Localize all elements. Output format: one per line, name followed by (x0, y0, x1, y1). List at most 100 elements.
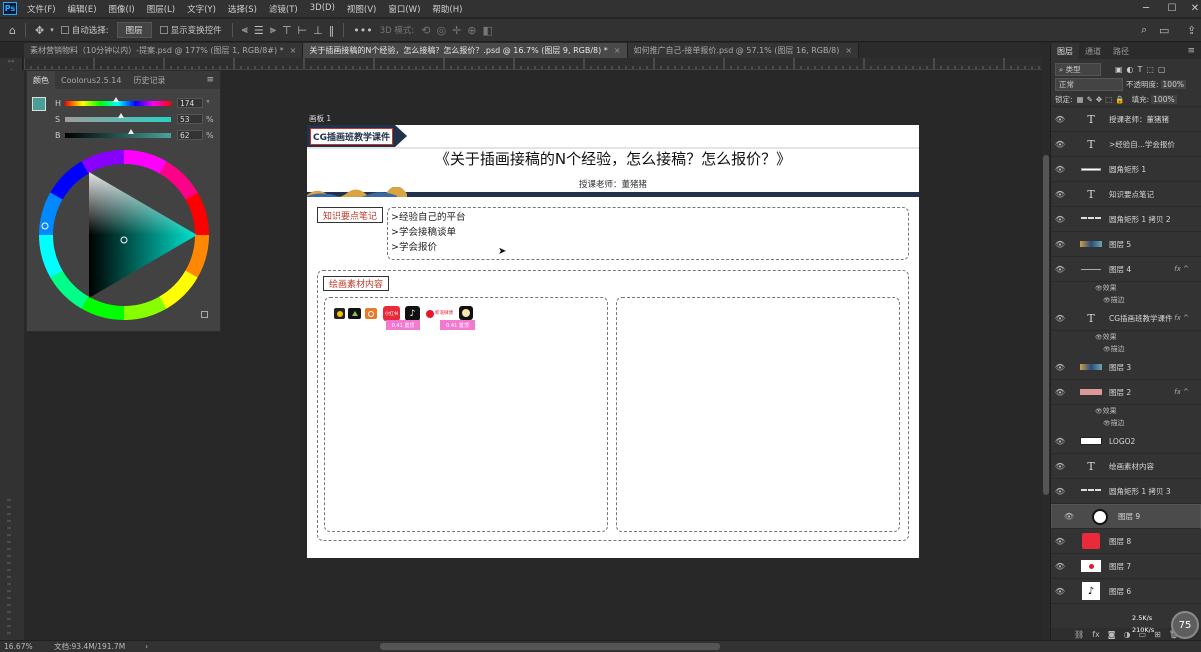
slider-thumb[interactable] (127, 128, 134, 134)
slider-thumb[interactable] (118, 112, 125, 118)
color-wheel[interactable] (37, 148, 212, 323)
align-center-icon[interactable]: ☰ (254, 24, 264, 37)
visibility-eye-icon[interactable]: 👁 (1051, 215, 1069, 224)
layer-effect-item[interactable]: 👁 效果 (1051, 405, 1201, 417)
more-options-icon[interactable]: ••• (353, 24, 372, 37)
layer-row[interactable]: 👁 T 绘画素材内容 (1051, 454, 1201, 479)
close-window-button[interactable]: ✕ (1182, 0, 1201, 17)
layer-row[interactable]: 👁 圆角矩形 1 拷贝 2 (1051, 207, 1201, 232)
panel-menu-icon[interactable]: ≡ (206, 75, 214, 85)
visibility-eye-icon[interactable]: 👁 (1051, 462, 1069, 471)
lock-icons[interactable]: ▦✎✥⬚🔒 (1077, 95, 1128, 104)
visibility-eye-icon[interactable]: 👁 (1051, 165, 1069, 174)
layer-row[interactable]: 👁 T 授课老师：董猪猪 (1051, 107, 1201, 132)
layer-row[interactable]: 👁 图层 2 fx ^ (1051, 380, 1201, 405)
visibility-eye-icon[interactable]: 👁 (1051, 140, 1069, 149)
layer-row[interactable]: 👁 T >经验自...学会报价 (1051, 132, 1201, 157)
layer-row[interactable]: 👁 ♪ 图层 6 (1051, 579, 1201, 604)
auto-select-checkbox[interactable]: 自动选择: (60, 24, 109, 36)
brightness-slider[interactable]: B 62% (27, 127, 220, 143)
fill-input[interactable]: 100% (1151, 94, 1177, 104)
layer-row[interactable]: 👁 图层 4 fx ^ (1051, 257, 1201, 282)
menu-item[interactable]: 文字(Y) (181, 3, 222, 15)
workspace-icon[interactable]: ▭ (1159, 24, 1169, 37)
hue-slider[interactable]: H 174 ° (27, 95, 220, 111)
distribute-icon[interactable]: ‖ (329, 24, 335, 37)
menu-item[interactable]: 编辑(E) (62, 3, 103, 15)
close-tab-icon[interactable]: × (845, 46, 852, 55)
adjustment-icon[interactable]: ◑ (1124, 630, 1131, 639)
menu-item[interactable]: 3D(D) (304, 3, 341, 15)
layer-fx-icon[interactable]: fx ^ (1174, 388, 1189, 396)
layers-panel-tab[interactable]: 路径 (1107, 46, 1135, 57)
visibility-eye-icon[interactable]: 👁 (1051, 363, 1069, 372)
blend-mode-dropdown[interactable]: 正常 (1055, 78, 1123, 91)
share-icon[interactable]: ⇪ (1187, 24, 1196, 37)
minimize-button[interactable]: ─ (1133, 0, 1159, 17)
layer-row[interactable]: 👁 图层 8 (1051, 529, 1201, 554)
chevron-down-icon[interactable]: ▾ (50, 26, 54, 34)
visibility-eye-icon[interactable]: 👁 (1051, 562, 1069, 571)
slide-3d-icon[interactable]: ⊕ (467, 24, 476, 37)
align-right-icon[interactable]: ⫸ (270, 23, 276, 37)
panel-menu-icon[interactable]: ≡ (1187, 46, 1195, 56)
menu-item[interactable]: 滤镜(T) (263, 3, 304, 15)
status-zoom[interactable]: 16.67% (4, 642, 44, 651)
artboard[interactable]: CG插画班教学课件 《关于插画接稿的N个经验，怎么接稿？怎么报价？》 授课老师：… (307, 125, 919, 558)
visibility-eye-icon[interactable]: 👁 (1051, 115, 1069, 124)
visibility-eye-icon[interactable]: 👁 (1051, 388, 1069, 397)
canvas-vertical-scrollbar[interactable] (1042, 43, 1050, 640)
visibility-eye-icon[interactable]: 👁 (1103, 297, 1111, 304)
layer-row[interactable]: 👁 T CG插画班教学课件 fx ^ (1051, 306, 1201, 331)
layer-row[interactable]: 👁 T 知识要点笔记 (1051, 182, 1201, 207)
visibility-eye-icon[interactable]: 👁 (1051, 314, 1069, 323)
orbit-3d-icon[interactable]: ⟲ (421, 24, 430, 37)
visibility-eye-icon[interactable]: 👁 (1051, 190, 1069, 199)
color-panel-tab[interactable]: 历史记录 (127, 71, 171, 89)
document-tab[interactable]: 关于插画接稿的N个经验，怎么接稿？怎么报价？.psd @ 16.7% (图层 9… (303, 43, 628, 58)
roll-3d-icon[interactable]: ◎ (436, 24, 446, 37)
layer-row[interactable]: 👁 图层 7 (1051, 554, 1201, 579)
layer-row[interactable]: 👁 圆角矩形 1 拷贝 3 (1051, 479, 1201, 504)
align-left-icon[interactable]: ⫷ (242, 23, 248, 37)
visibility-eye-icon[interactable]: 👁 (1095, 285, 1103, 292)
filter-icons[interactable]: ▣◐T⬚▢ (1115, 65, 1170, 74)
menu-item[interactable]: 帮助(H) (426, 3, 468, 15)
layer-effect-item[interactable]: 👁 描边 (1051, 294, 1201, 306)
layer-effect-item[interactable]: 👁 描边 (1051, 343, 1201, 355)
visibility-eye-icon[interactable]: 👁 (1051, 587, 1069, 596)
layer-row[interactable]: 👁 LOGO2 (1051, 429, 1201, 454)
layer-row[interactable]: 👁 图层 5 (1051, 232, 1201, 257)
camera-3d-icon[interactable]: ◧ (482, 24, 492, 37)
pan-3d-icon[interactable]: ✛ (452, 24, 461, 37)
slider-thumb[interactable] (112, 96, 119, 102)
color-panel-tab[interactable]: Coolorus2.5.14 (55, 71, 127, 89)
visibility-eye-icon[interactable]: 👁 (1095, 408, 1103, 415)
status-arrow-icon[interactable]: › (145, 642, 148, 651)
close-tab-icon[interactable]: × (614, 46, 621, 55)
visibility-eye-icon[interactable]: 👁 (1051, 437, 1069, 446)
search-icon[interactable]: ⌕ (1141, 23, 1147, 37)
menu-item[interactable]: 图层(L) (141, 3, 181, 15)
layer-fx-icon[interactable]: fx ^ (1174, 265, 1189, 273)
visibility-eye-icon[interactable]: 👁 (1095, 334, 1103, 341)
layer-effect-item[interactable]: 👁 效果 (1051, 282, 1201, 294)
mask-icon[interactable]: ◙ (1108, 630, 1116, 639)
layers-panel-tab[interactable]: 图层 (1051, 43, 1079, 59)
visibility-eye-icon[interactable]: 👁 (1103, 346, 1111, 353)
show-transform-checkbox[interactable]: 显示变换控件 (159, 24, 222, 36)
layer-fx-icon[interactable]: fx ^ (1174, 314, 1189, 322)
align-bottom-icon[interactable]: ⊥ (313, 24, 323, 37)
color-panel-tab[interactable]: 颜色 (27, 71, 55, 89)
menu-item[interactable]: 窗口(W) (382, 3, 426, 15)
panel-resize-icon[interactable] (201, 311, 208, 318)
visibility-eye-icon[interactable]: 👁 (1051, 240, 1069, 249)
layer-row[interactable]: 👁 图层 3 (1051, 355, 1201, 380)
opacity-input[interactable]: 100% (1160, 80, 1186, 89)
layer-filter-dropdown[interactable]: ⌕ 类型 (1055, 63, 1101, 76)
visibility-eye-icon[interactable]: 👁 (1060, 512, 1078, 521)
canvas-horizontal-scrollbar[interactable] (380, 643, 720, 650)
layers-panel-tab[interactable]: 通道 (1079, 46, 1107, 57)
layer-row[interactable]: 👁 图层 9 (1051, 504, 1201, 529)
saturation-slider[interactable]: S 53% (27, 111, 220, 127)
